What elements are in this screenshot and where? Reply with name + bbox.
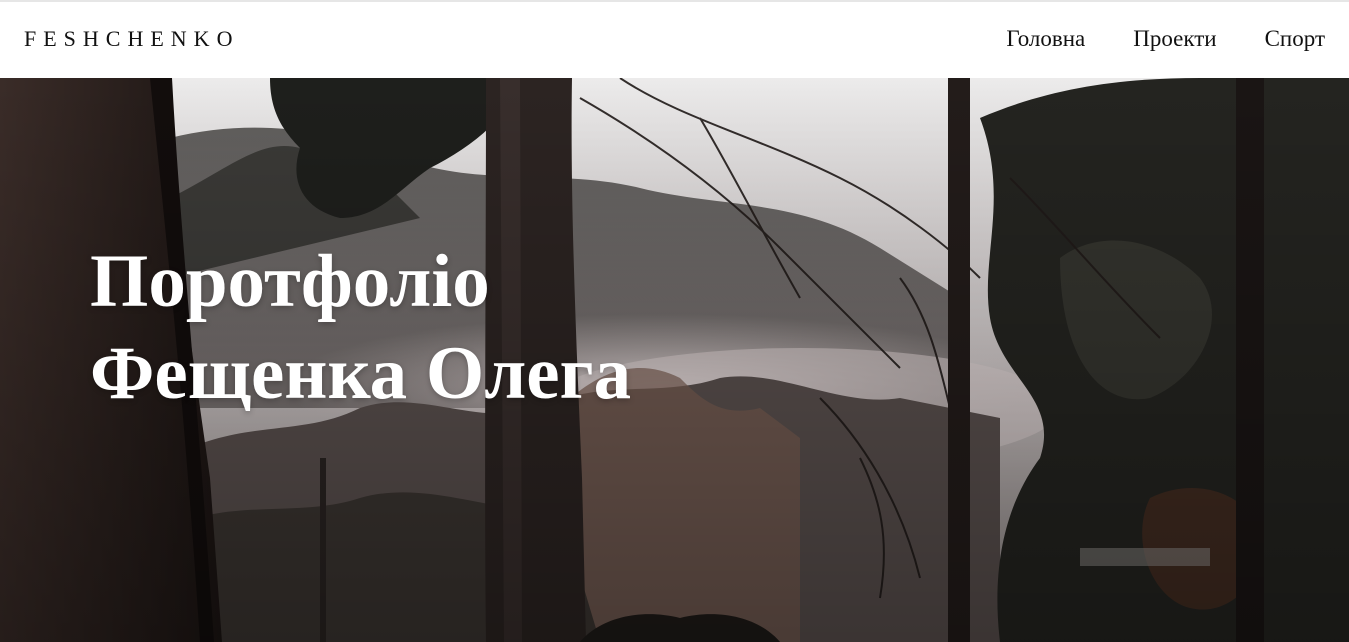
hero-title: Поротфоліо Фещенка Олега bbox=[90, 236, 631, 420]
brand-logo[interactable]: FESHCHENKO bbox=[24, 26, 239, 52]
hero-title-line-1: Поротфоліо bbox=[90, 240, 490, 323]
hero-title-line-2: Фещенка Олега bbox=[90, 332, 632, 415]
main-nav: Головна Проекти Спорт bbox=[1006, 26, 1325, 52]
hero-section: Поротфоліо Фещенка Олега bbox=[0, 78, 1349, 642]
nav-item-home[interactable]: Головна bbox=[1006, 26, 1085, 52]
nav-item-sport[interactable]: Спорт bbox=[1265, 26, 1325, 52]
top-navbar: FESHCHENKO Головна Проекти Спорт bbox=[0, 2, 1349, 78]
nav-item-projects[interactable]: Проекти bbox=[1133, 26, 1216, 52]
